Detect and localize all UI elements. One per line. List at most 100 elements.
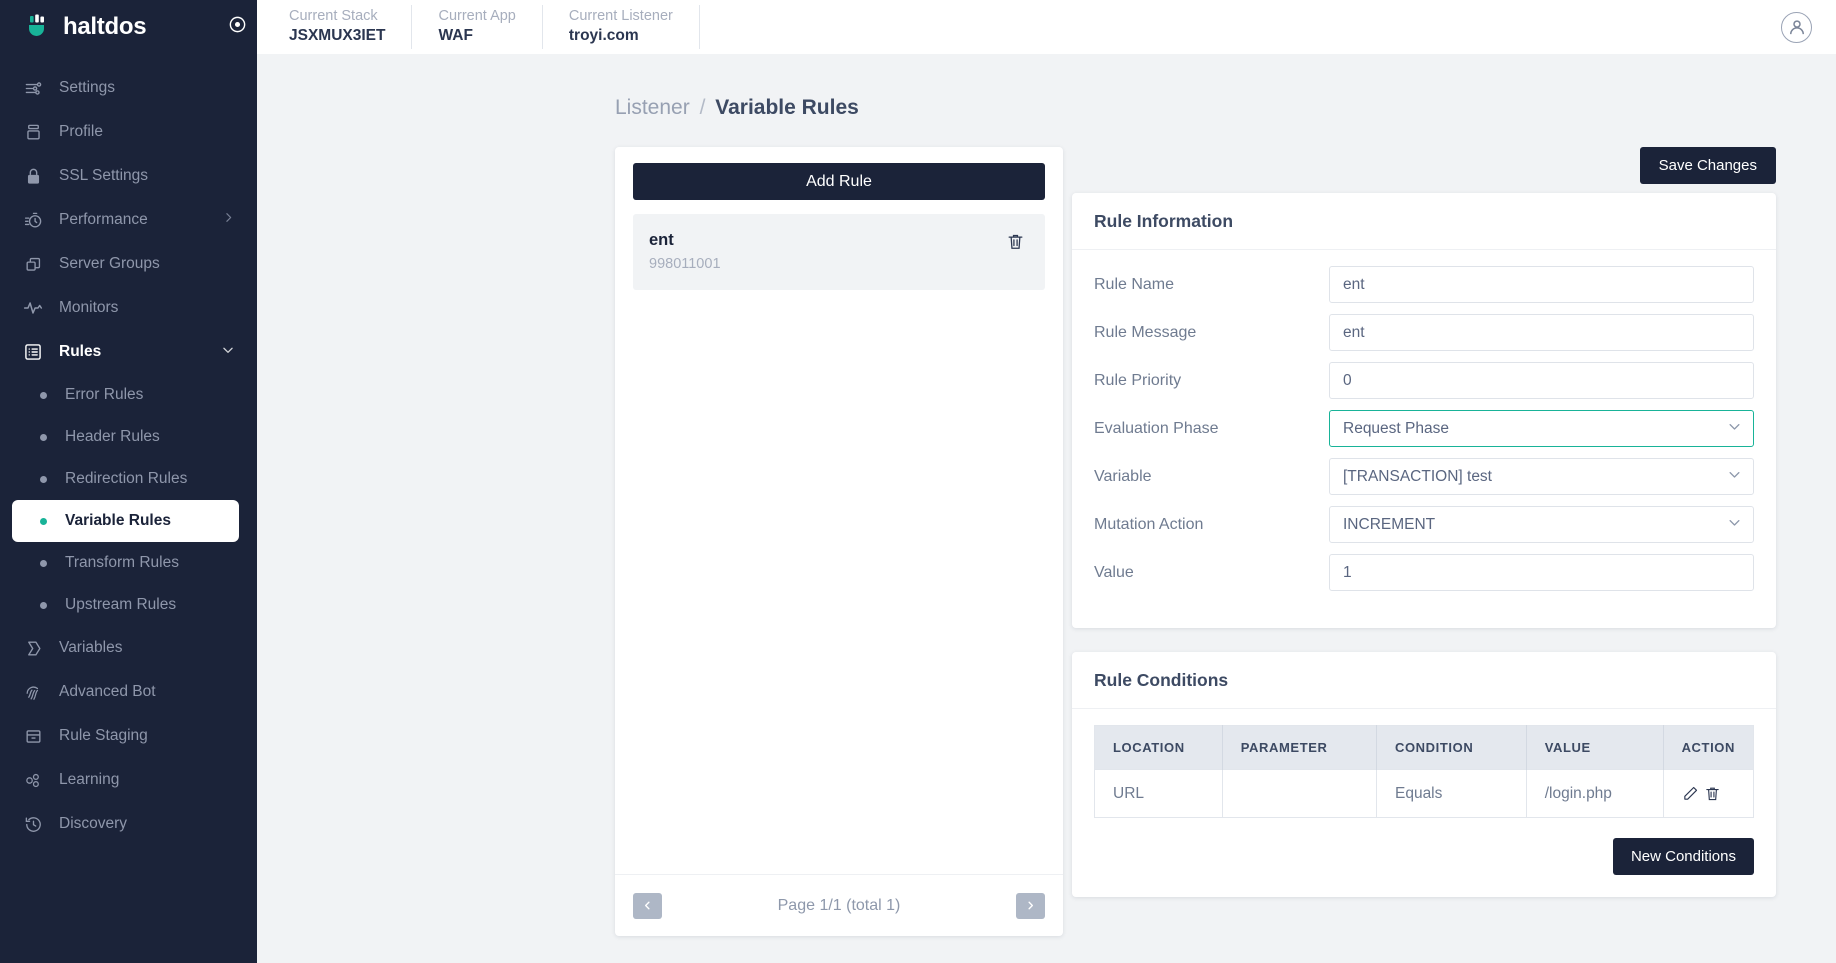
rule-information-title: Rule Information (1072, 193, 1776, 250)
current-app-context[interactable]: Current App WAF (412, 5, 543, 49)
sidebar-item-label: Redirection Rules (65, 470, 188, 487)
content-columns: Add Rule ent 998011001 Page 1/1 (total 1… (257, 147, 1836, 936)
breadcrumb-parent[interactable]: Listener (615, 96, 690, 119)
servers-icon (22, 253, 44, 275)
sidebar-item-ssl-settings[interactable]: SSL Settings (0, 154, 257, 198)
rule-priority-input[interactable] (1329, 362, 1754, 399)
row-action-icons (1682, 785, 1735, 802)
field-rule-priority: Rule Priority (1094, 362, 1754, 399)
sidebar-item-redirection-rules[interactable]: Redirection Rules (12, 458, 239, 500)
add-rule-wrap: Add Rule (615, 147, 1063, 214)
bullet-icon (40, 517, 47, 525)
rule-detail-panel: Save Changes Rule Information Rule Name (1072, 147, 1776, 936)
sidebar-item-label: SSL Settings (59, 167, 149, 184)
sidebar-item-advanced-bot[interactable]: Advanced Bot (0, 670, 257, 714)
sidebar-item-label: Rules (59, 343, 102, 360)
new-conditions-button[interactable]: New Conditions (1612, 838, 1754, 875)
pagination-prev-button[interactable] (633, 892, 662, 919)
archive-icon (22, 725, 44, 747)
cell-location: URL (1094, 769, 1223, 818)
save-row: Save Changes (1072, 147, 1776, 193)
trash-icon[interactable] (1002, 228, 1029, 255)
field-control (1329, 362, 1754, 399)
field-rule-name: Rule Name (1094, 266, 1754, 303)
field-label: Rule Name (1094, 275, 1175, 293)
sidebar-item-label: Transform Rules (65, 554, 179, 571)
current-stack-context[interactable]: Current Stack JSXMUX3IET (273, 5, 413, 49)
field-label: Rule Message (1094, 323, 1197, 341)
column-header-value: VALUE (1526, 725, 1664, 770)
stopwatch-icon (22, 209, 44, 231)
sidebar-item-header-rules[interactable]: Header Rules (12, 416, 239, 458)
sidebar-item-discovery[interactable]: Discovery (0, 802, 257, 846)
pulse-icon (22, 297, 44, 319)
rule-message-input[interactable] (1329, 314, 1754, 351)
value-input[interactable] (1329, 554, 1754, 591)
page-content: Listener / Variable Rules Add Rule ent 9… (257, 54, 1836, 963)
topbar: Current Stack JSXMUX3IET Current App WAF… (257, 0, 1836, 54)
trash-icon[interactable] (1704, 785, 1721, 802)
list-box-icon (22, 341, 44, 363)
sidebar-item-variable-rules[interactable]: Variable Rules (12, 500, 239, 542)
field-label: Evaluation Phase (1094, 419, 1219, 437)
brand[interactable]: haltdos (0, 0, 257, 54)
rule-information-card: Rule Information Rule Name Rule Message (1072, 193, 1776, 628)
sidebar-item-upstream-rules[interactable]: Upstream Rules (12, 584, 239, 626)
rule-item-id: 998011001 (649, 255, 721, 272)
user-avatar-icon[interactable] (1781, 11, 1812, 43)
sidebar-item-settings[interactable]: Settings (0, 66, 257, 110)
current-listener-context[interactable]: Current Listener troyi.com (543, 5, 700, 49)
rule-information-body: Rule Name Rule Message (1072, 250, 1776, 628)
sidebar-item-label: Profile (59, 123, 103, 140)
add-rule-button[interactable]: Add Rule (633, 163, 1045, 200)
sidebar-item-server-groups[interactable]: Server Groups (0, 242, 257, 286)
sidebar-item-label: Performance (59, 211, 148, 228)
sidebar-item-label: Variable Rules (65, 512, 171, 529)
table-header-row: LOCATION PARAMETER CONDITION VALUE ACTIO… (1094, 725, 1754, 770)
rule-conditions-table-wrap: LOCATION PARAMETER CONDITION VALUE ACTIO… (1072, 709, 1776, 818)
sidebar-item-profile[interactable]: Profile (0, 110, 257, 154)
chevron-right-icon (222, 211, 235, 229)
save-changes-button[interactable]: Save Changes (1639, 147, 1776, 184)
breadcrumb: Listener / Variable Rules (257, 96, 1836, 120)
target-icon[interactable] (228, 15, 247, 39)
sidebar-item-transform-rules[interactable]: Transform Rules (12, 542, 239, 584)
pencil-icon[interactable] (1682, 785, 1699, 802)
sidebar-item-learning[interactable]: Learning (0, 758, 257, 802)
sidebar-item-error-rules[interactable]: Error Rules (12, 374, 239, 416)
list-item[interactable]: ent 998011001 (633, 214, 1045, 290)
sidebar-item-label: Rule Staging (59, 727, 148, 744)
sidebar-item-rule-staging[interactable]: Rule Staging (0, 714, 257, 758)
field-control (1329, 554, 1754, 591)
sidebar-item-variables[interactable]: Variables (0, 626, 257, 670)
variable-select[interactable]: [TRANSACTION] test (1329, 458, 1754, 495)
pagination-next-button[interactable] (1016, 892, 1045, 919)
table-row: URL Equals /login.php (1094, 769, 1754, 818)
sidebar-item-label: Header Rules (65, 428, 160, 445)
sidebar-item-label: Discovery (59, 815, 128, 832)
evaluation-phase-select[interactable]: Request Phase (1329, 410, 1754, 447)
sidebar-item-label: Error Rules (65, 386, 144, 403)
conditions-table: LOCATION PARAMETER CONDITION VALUE ACTIO… (1094, 725, 1754, 818)
sidebar-item-label: Upstream Rules (65, 596, 177, 613)
sidebar-item-label: Advanced Bot (59, 683, 156, 700)
sidebar-item-rules[interactable]: Rules (0, 330, 257, 374)
column-header-action: ACTION (1663, 725, 1754, 770)
rule-name-input[interactable] (1329, 266, 1754, 303)
conditions-footer: New Conditions (1072, 818, 1776, 897)
field-mutation-action: Mutation Action INCREMENT (1094, 506, 1754, 543)
bullet-icon (40, 391, 47, 399)
app-root: haltdos Settings Profile SSL Settings Pe… (0, 0, 1836, 963)
bullet-icon (40, 433, 47, 441)
mutation-action-select[interactable]: INCREMENT (1329, 506, 1754, 543)
lock-icon (22, 165, 44, 187)
breadcrumb-separator: / (699, 96, 706, 119)
field-value: Value (1094, 554, 1754, 591)
sidebar-item-label: Monitors (59, 299, 119, 316)
rule-item-name: ent (649, 231, 674, 249)
column-header-condition: CONDITION (1376, 725, 1527, 770)
sidebar-item-performance[interactable]: Performance (0, 198, 257, 242)
sidebar-item-monitors[interactable]: Monitors (0, 286, 257, 330)
cell-condition: Equals (1376, 769, 1527, 818)
field-label: Rule Priority (1094, 371, 1182, 389)
